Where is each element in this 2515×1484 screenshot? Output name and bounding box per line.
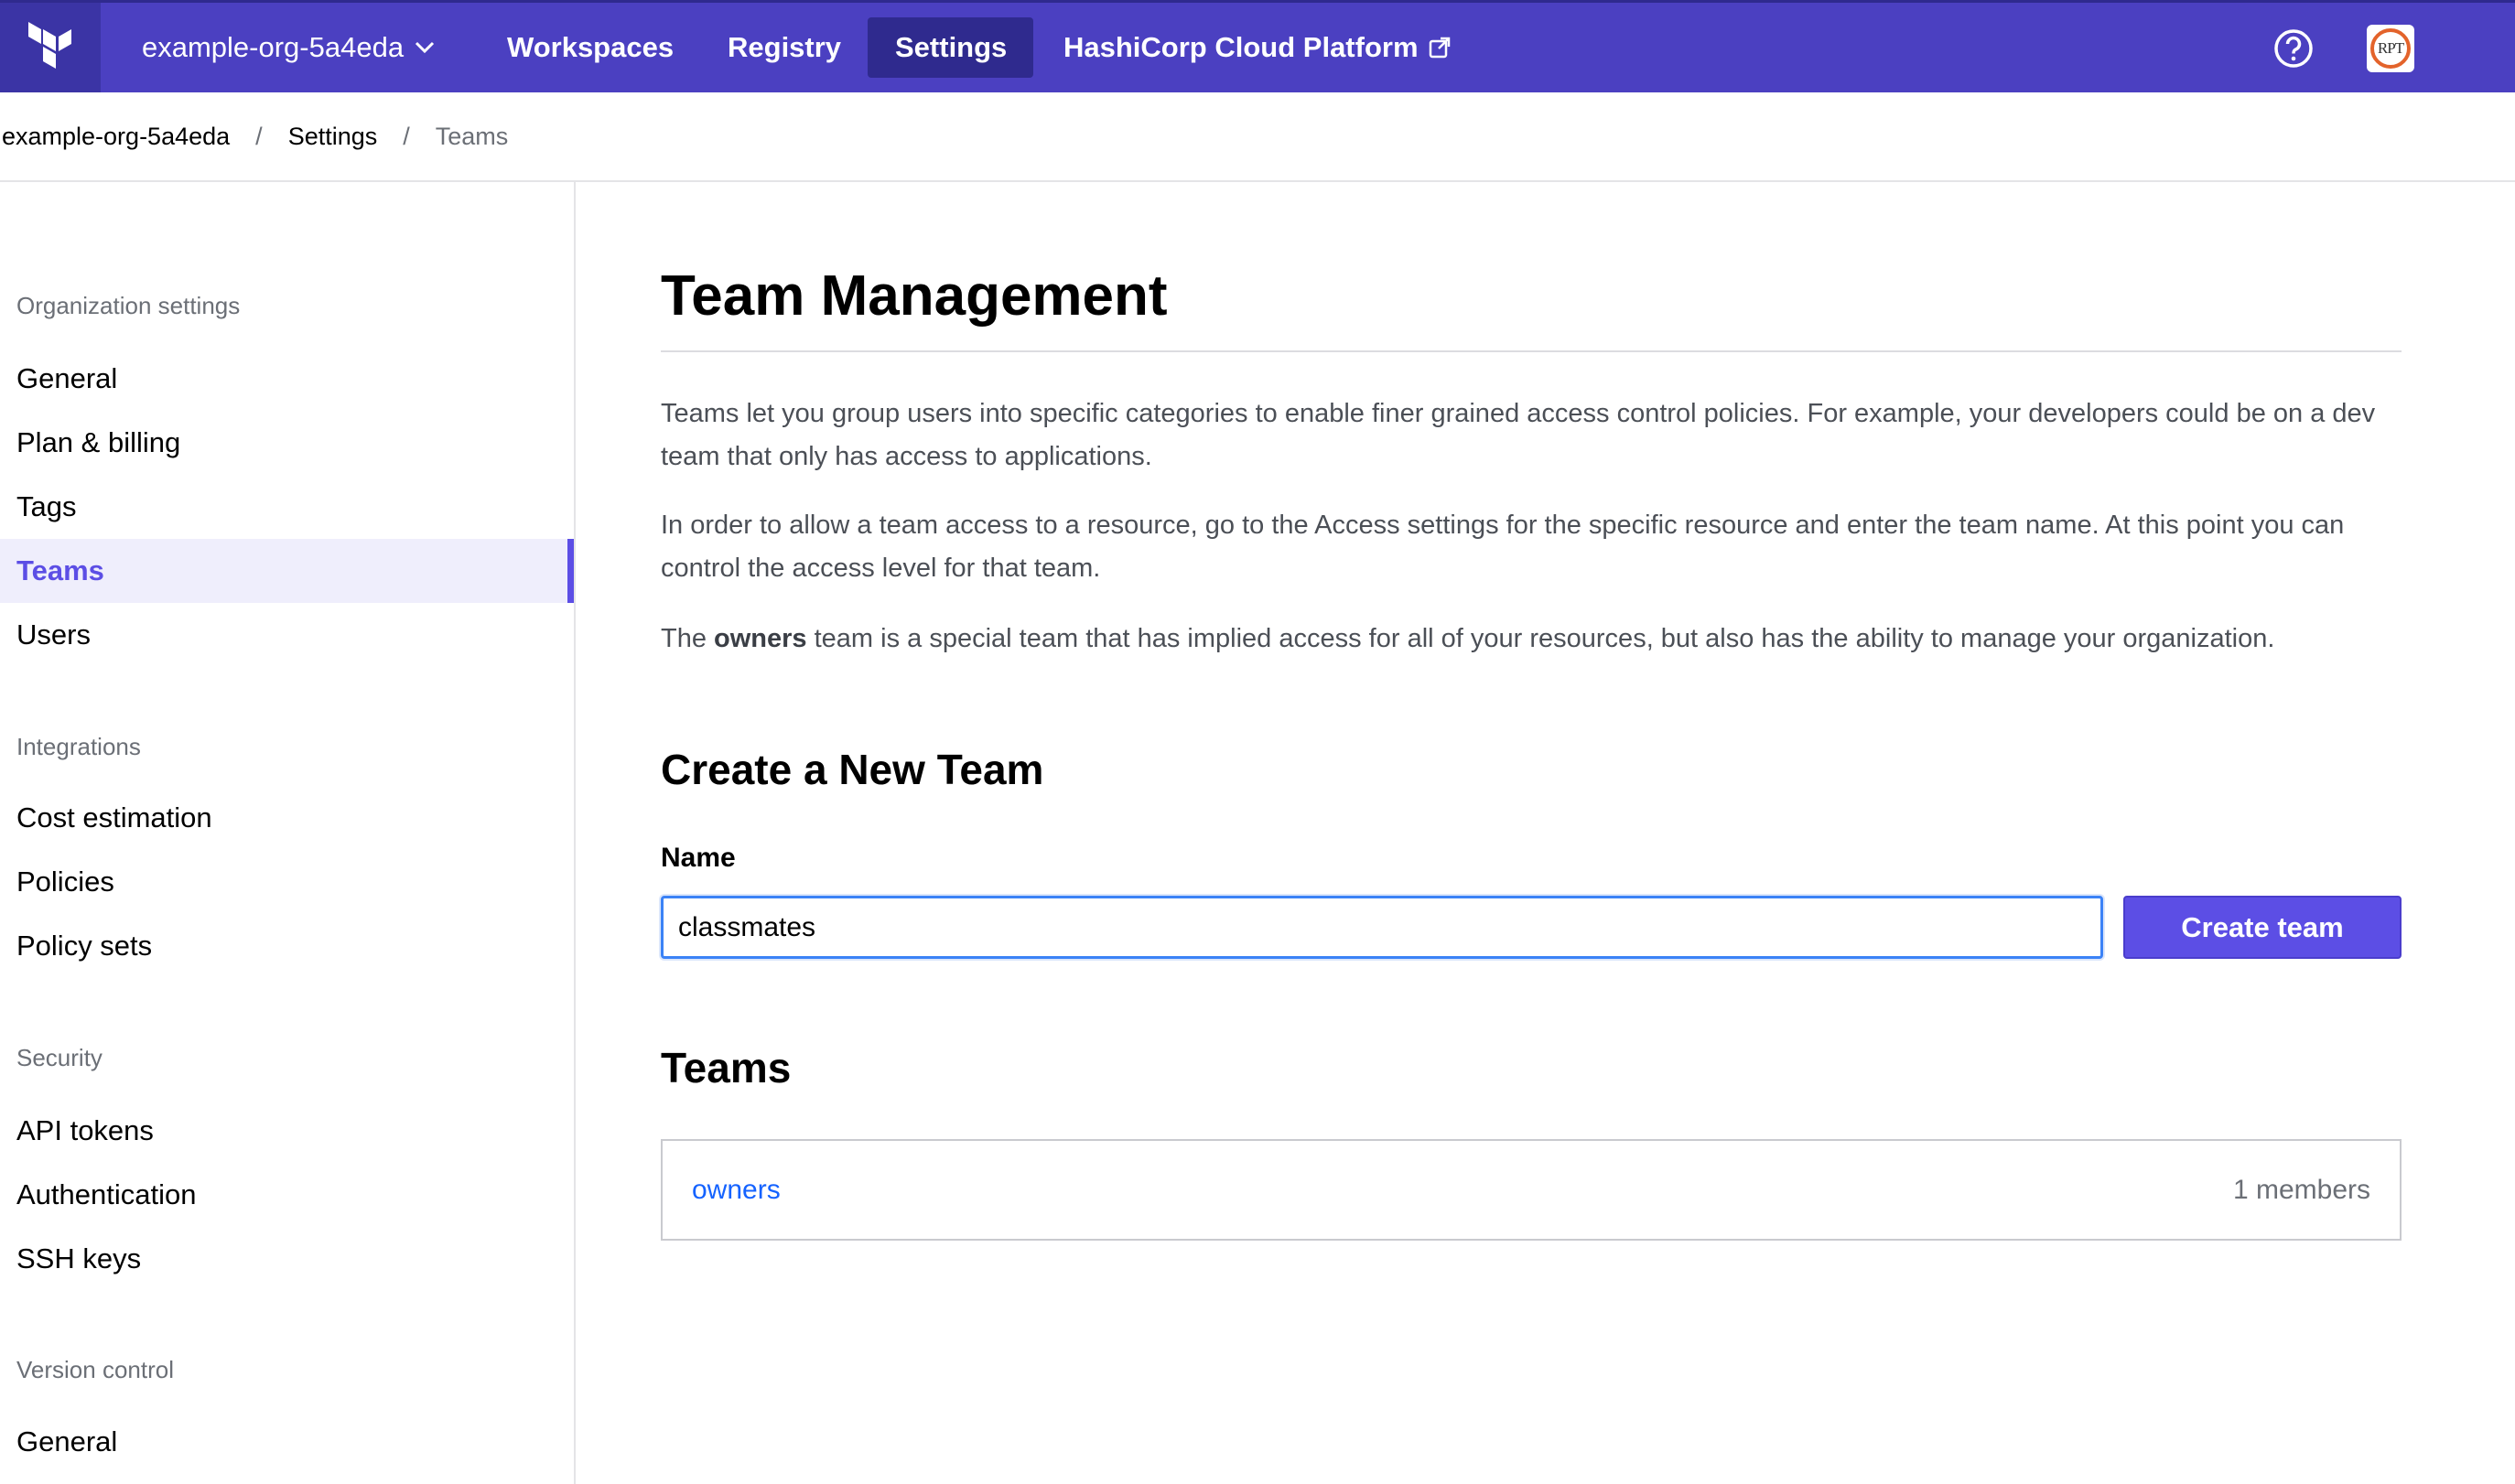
sidebar-item-general[interactable]: General bbox=[0, 347, 574, 411]
team-name-input[interactable] bbox=[661, 896, 2103, 959]
sidebar-item-authentication[interactable]: Authentication bbox=[0, 1163, 574, 1227]
nav-workspaces-label: Workspaces bbox=[507, 31, 675, 63]
page-title: Team Management bbox=[661, 264, 1168, 328]
sidebar-item-policies[interactable]: Policies bbox=[0, 850, 574, 914]
breadcrumb-teams: Teams bbox=[435, 122, 509, 150]
description-paragraph-2: In order to allow a team access to a res… bbox=[661, 511, 2345, 583]
terraform-logo-icon[interactable] bbox=[0, 3, 101, 92]
sidebar-item-teams[interactable]: Teams bbox=[0, 539, 574, 603]
nav-hcp-label: HashiCorp Cloud Platform bbox=[1063, 31, 1419, 63]
description-paragraph-3: The owners team is a special team that h… bbox=[661, 618, 2402, 661]
description-paragraph-1: Teams let you group users into specific … bbox=[661, 399, 2376, 471]
sidebar-item-vcs-general[interactable]: General bbox=[0, 1410, 574, 1474]
owners-emphasis: owners bbox=[714, 624, 807, 653]
team-member-count: 1 members bbox=[2232, 1174, 2370, 1205]
sidebar-item-cost-estimation[interactable]: Cost estimation bbox=[0, 786, 574, 850]
teams-heading: Teams bbox=[661, 1044, 792, 1091]
sidebar-item-plan-billing[interactable]: Plan & billing bbox=[0, 411, 574, 475]
title-divider bbox=[661, 350, 2402, 352]
team-name-label: Name bbox=[661, 843, 736, 873]
external-link-icon bbox=[1429, 37, 1450, 59]
nav-settings[interactable]: Settings bbox=[868, 17, 1033, 78]
nav-registry-label: Registry bbox=[728, 31, 842, 63]
breadcrumb-settings[interactable]: Settings bbox=[288, 123, 378, 151]
sidebar-heading-security: Security bbox=[16, 1044, 103, 1071]
sidebar-heading-integrations: Integrations bbox=[16, 733, 141, 760]
sidebar-item-api-tokens[interactable]: API tokens bbox=[0, 1099, 574, 1163]
nav-hashicorp-cloud-platform[interactable]: HashiCorp Cloud Platform bbox=[1036, 17, 1479, 78]
paragraph-3-prefix: The bbox=[661, 624, 715, 653]
nav-workspaces[interactable]: Workspaces bbox=[480, 17, 701, 78]
nav-settings-label: Settings bbox=[895, 31, 1008, 63]
sidebar-item-policy-sets[interactable]: Policy sets bbox=[0, 914, 574, 978]
create-team-heading: Create a New Team bbox=[661, 746, 1044, 793]
create-team-button[interactable]: Create team bbox=[2123, 896, 2402, 959]
top-navigation-bar: example-org-5a4eda Workspaces Registry S… bbox=[0, 0, 2515, 92]
sidebar-heading-version-control: Version control bbox=[16, 1356, 174, 1383]
nav-registry[interactable]: Registry bbox=[700, 17, 869, 78]
help-icon[interactable] bbox=[2273, 28, 2314, 69]
breadcrumb: example-org-5a4eda / Settings / Teams bbox=[0, 92, 2515, 182]
paragraph-3-suffix: team is a special team that has implied … bbox=[806, 624, 2275, 653]
org-switcher-label: example-org-5a4eda bbox=[142, 31, 405, 63]
sidebar-item-users[interactable]: Users bbox=[0, 603, 574, 667]
org-switcher[interactable]: example-org-5a4eda bbox=[142, 3, 435, 92]
team-list-item: owners 1 members bbox=[661, 1139, 2402, 1241]
sidebar-item-tags[interactable]: Tags bbox=[0, 475, 574, 539]
team-owners-link[interactable]: owners bbox=[692, 1175, 781, 1206]
avatar-text: RPT bbox=[2370, 28, 2411, 69]
breadcrumb-separator: / bbox=[403, 122, 410, 150]
sidebar-heading-organization-settings: Organization settings bbox=[16, 292, 241, 319]
breadcrumb-separator: / bbox=[255, 122, 263, 150]
sidebar-item-ssh-keys[interactable]: SSH keys bbox=[0, 1227, 574, 1291]
chevron-down-icon bbox=[416, 41, 435, 54]
breadcrumb-org[interactable]: example-org-5a4eda bbox=[2, 123, 230, 151]
user-avatar[interactable]: RPT bbox=[2367, 25, 2414, 72]
settings-sidebar: Organization settings General Plan & bil… bbox=[0, 182, 576, 1484]
